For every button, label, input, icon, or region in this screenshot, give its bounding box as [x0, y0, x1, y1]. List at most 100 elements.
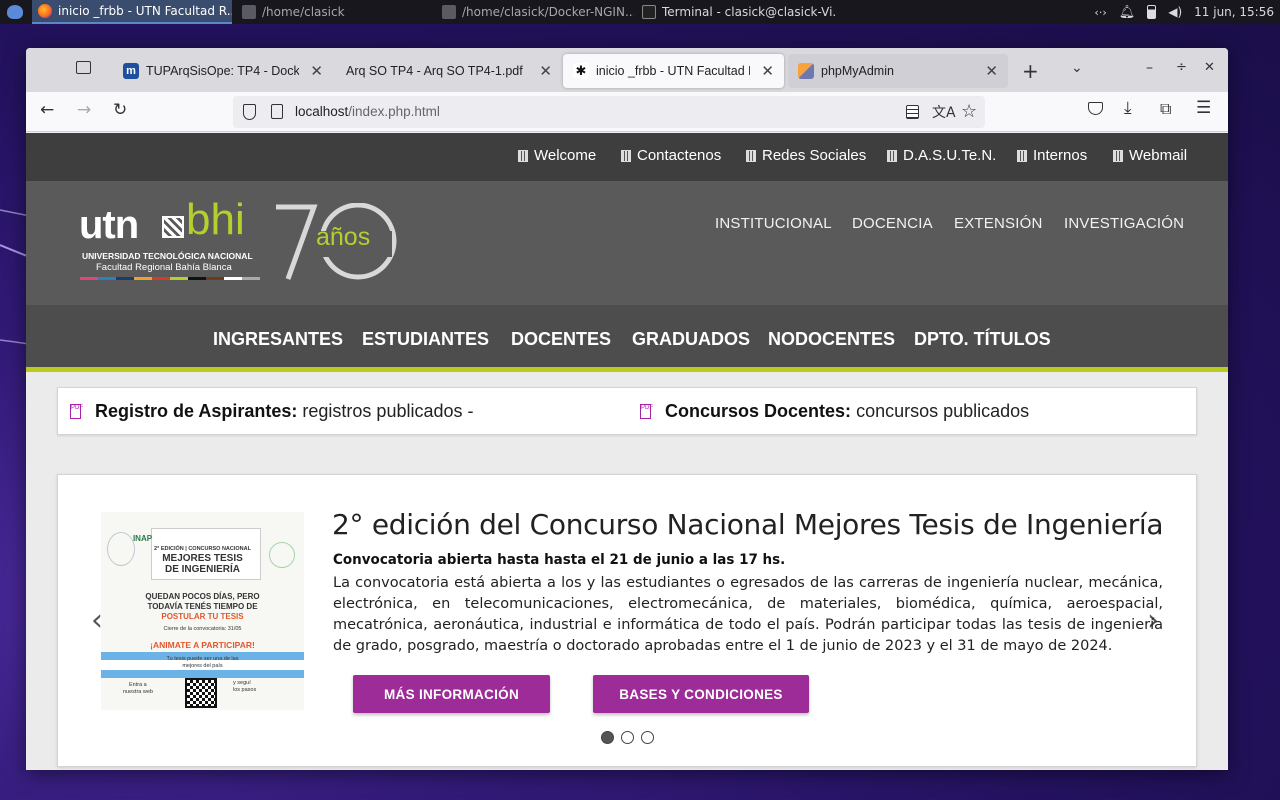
taskbar-item-firefox[interactable]: inicio _frbb - UTN Facultad R... [32, 0, 232, 24]
arrow-left-icon: ← [40, 100, 55, 120]
system-tray: ‹·› 🔔︎ ◀) 11 jun, 15:56 [1094, 0, 1280, 24]
volume-icon[interactable]: ◀) [1168, 5, 1182, 19]
navigation-toolbar: ← → ↻ localhost/index.php.html 文A ☆ ⤓ ⧉ … [26, 92, 1228, 132]
reload-button[interactable]: ↻ [113, 100, 127, 120]
reader-view-icon[interactable] [906, 105, 919, 119]
clock[interactable]: 11 jun, 15:56 [1194, 5, 1274, 19]
taskbar-item-label: /home/clasick [262, 5, 345, 19]
battery-icon[interactable] [1147, 5, 1157, 19]
link-welcome[interactable]: Welcome [518, 147, 596, 164]
poster-doodle [269, 542, 295, 568]
link-dasuten[interactable]: D.A.S.U.Te.N. [887, 147, 996, 164]
url-text[interactable]: localhost/index.php.html [295, 104, 440, 119]
shield-icon[interactable] [243, 104, 256, 120]
phpmyadmin-icon [798, 63, 814, 79]
taskbar-item-terminal[interactable]: Terminal - clasick@clasick-Vi... [636, 0, 836, 24]
tab-label: Arq SO TP4 - Arq SO TP4-1.pdf [346, 64, 523, 78]
carousel-dot-2[interactable] [621, 731, 634, 744]
building-icon [621, 149, 631, 162]
minimize-button[interactable]: – [1146, 60, 1153, 76]
forward-button[interactable]: → [77, 100, 91, 120]
poster-doodle [107, 532, 135, 566]
poster-line: QUEDAN POCOS DÍAS, PERO [145, 592, 260, 601]
slide-subtitle: Convocatoria abierta hasta hasta el 21 d… [333, 552, 786, 568]
logo-utn-text: utn [79, 203, 139, 247]
list-tabs-button[interactable]: ⌄ [1071, 60, 1083, 76]
page-icon[interactable] [271, 104, 283, 119]
nav-investigacion[interactable]: INVESTIGACIÓN [1064, 215, 1184, 232]
nav-docencia[interactable]: DOCENCIA [852, 215, 933, 232]
pocket-icon[interactable] [1088, 102, 1103, 115]
slide-poster-image[interactable]: INAP 2° EDICIÓN | CONCURSO NACIONAL MEJO… [101, 512, 304, 710]
close-icon[interactable]: ✕ [539, 62, 552, 80]
app-menu-button[interactable] [0, 0, 30, 24]
bookmark-star-icon[interactable]: ☆ [961, 101, 977, 122]
close-icon: ✕ [1204, 60, 1215, 75]
link-redes-sociales[interactable]: Redes Sociales [746, 147, 866, 164]
notice-concursos-docentes[interactable]: PDF Concursos Docentes: concursos public… [640, 401, 1029, 422]
close-icon[interactable]: ✕ [761, 62, 774, 80]
url-bar[interactable]: localhost/index.php.html 文A ☆ [233, 96, 985, 128]
close-icon[interactable]: ✕ [985, 62, 998, 80]
link-label: Redes Sociales [762, 147, 867, 164]
notice-bar: PDF Registro de Aspirantes: registros pu… [57, 387, 1197, 435]
poster-line: los pasos [233, 687, 257, 693]
tab-pdf[interactable]: Arq SO TP4 - Arq SO TP4-1.pdf ✕ [336, 54, 562, 88]
translate-icon[interactable]: 文A [932, 102, 956, 122]
link-label: Internos [1033, 147, 1088, 164]
taskbar-item-folder-docker[interactable]: /home/clasick/Docker-NGIN... [436, 0, 634, 24]
bases-condiciones-button[interactable]: BASES Y CONDICIONES [593, 675, 809, 713]
poster-line: POSTULAR TU TESIS [161, 612, 244, 621]
notice-text: concursos publicados [856, 401, 1030, 421]
network-icon[interactable]: ‹·› [1094, 6, 1106, 19]
nav-institucional[interactable]: INSTITUCIONAL [715, 215, 832, 232]
nav-dpto-titulos[interactable]: DPTO. TÍTULOS [914, 329, 1051, 350]
close-window-button[interactable]: ✕ [1204, 60, 1215, 75]
logo-bhi-text: bhi [186, 195, 245, 244]
link-label: D.A.S.U.Te.N. [903, 147, 997, 164]
link-contactenos[interactable]: Contactenos [621, 147, 721, 164]
nav-extension[interactable]: EXTENSIÓN [954, 215, 1042, 232]
tab-label: inicio _frbb - UTN Facultad Re [596, 64, 751, 78]
arrow-right-icon: → [77, 100, 92, 120]
tab-phpmyadmin[interactable]: phpMyAdmin ✕ [788, 54, 1008, 88]
nav-nodocentes[interactable]: NODOCENTES [768, 329, 895, 350]
extensions-icon[interactable]: ⧉ [1160, 99, 1171, 119]
tab-utn-frbb[interactable]: ✱ inicio _frbb - UTN Facultad Re ✕ [563, 54, 784, 88]
logo-university-name: UNIVERSIDAD TECNOLÓGICA NACIONAL [82, 251, 253, 261]
firefox-icon [38, 4, 52, 18]
carousel-dot-1[interactable] [601, 731, 614, 744]
new-tab-button[interactable]: + [1022, 59, 1039, 83]
nav-ingresantes[interactable]: INGRESANTES [213, 329, 343, 350]
link-internos[interactable]: Internos [1017, 147, 1087, 164]
close-icon[interactable]: ✕ [310, 62, 323, 80]
minimize-icon: – [1146, 60, 1153, 76]
xfce-mouse-icon [7, 5, 23, 19]
building-icon [746, 149, 756, 162]
nav-estudiantes[interactable]: ESTUDIANTES [362, 329, 489, 350]
link-webmail[interactable]: Webmail [1113, 147, 1187, 164]
taskbar-item-folder-home[interactable]: /home/clasick [236, 0, 434, 24]
building-icon [1017, 149, 1027, 162]
nav-docentes[interactable]: DOCENTES [511, 329, 611, 350]
slide-headline[interactable]: 2° edición del Concurso Nacional Mejores… [332, 508, 1164, 541]
poster-line: TODAVÍA TENÉS TIEMPO DE [147, 602, 258, 611]
maximize-button[interactable]: ÷ [1176, 60, 1187, 75]
back-button[interactable]: ← [40, 100, 54, 120]
url-path: /index.php.html [348, 104, 440, 119]
tab-tupsisope[interactable]: m TUPArqSisOpe: TP4 - Docker - ✕ [113, 54, 333, 88]
notice-title: Concursos Docentes: [665, 401, 852, 421]
tab-overview-button[interactable] [76, 59, 91, 79]
folder-icon [442, 5, 456, 19]
nav-graduados[interactable]: GRADUADOS [632, 329, 750, 350]
browser-window: m TUPArqSisOpe: TP4 - Docker - ✕ Arq SO … [26, 48, 1228, 770]
bell-icon[interactable]: 🔔︎ [1119, 5, 1136, 20]
download-icon[interactable]: ⤓ [1124, 98, 1132, 118]
hamburger-menu-icon[interactable]: ☰ [1196, 98, 1211, 118]
notice-title: Registro de Aspirantes: [95, 401, 298, 421]
mas-informacion-button[interactable]: MÁS INFORMACIÓN [353, 675, 550, 713]
carousel-dot-3[interactable] [641, 731, 654, 744]
tab-label: phpMyAdmin [821, 64, 894, 78]
notice-registro-aspirantes[interactable]: PDF Registro de Aspirantes: registros pu… [70, 401, 474, 422]
tab-bar: m TUPArqSisOpe: TP4 - Docker - ✕ Arq SO … [26, 48, 1228, 92]
